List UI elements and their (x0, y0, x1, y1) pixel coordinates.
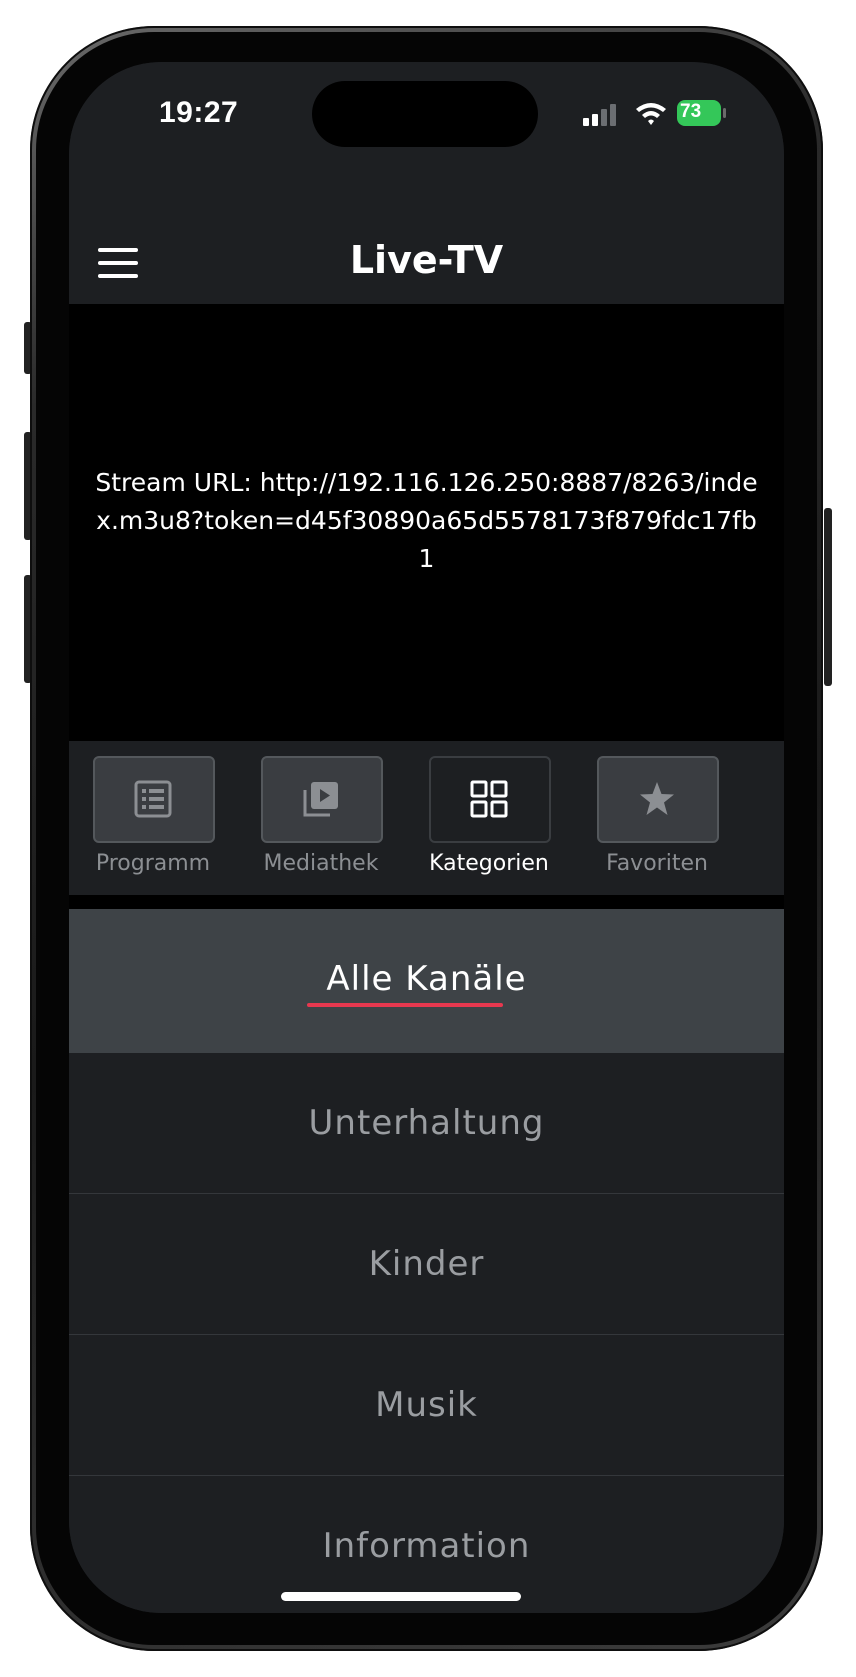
category-label: Unterhaltung (308, 1103, 545, 1143)
media-library-icon (303, 782, 338, 817)
wifi-icon (636, 103, 666, 125)
category-item-kinder[interactable]: Kinder (69, 1194, 784, 1335)
tab-programm[interactable]: Programm (69, 755, 237, 885)
tab-label: Programm (95, 851, 211, 876)
category-label: Information (322, 1526, 531, 1566)
video-player[interactable]: Stream URL: http://192.116.126.250:8887/… (69, 304, 784, 741)
category-item-unterhaltung[interactable]: Unterhaltung (69, 1053, 784, 1194)
category-label: Alle Kanäle (326, 959, 527, 999)
home-indicator[interactable] (281, 1592, 521, 1601)
phone-screen: 19:27 73 Live-TV Stream URL: http://192.… (69, 62, 784, 1613)
tab-label: Favoriten (606, 851, 708, 876)
tab-kategorien[interactable]: Kategorien (405, 755, 573, 885)
category-item-musik[interactable]: Musik (69, 1335, 784, 1476)
battery-icon: 73 (677, 100, 726, 126)
tab-bar: Programm Mediathek Kategorien Favoriten (69, 741, 784, 895)
power-button (824, 508, 832, 686)
status-bar: 19:27 73 (69, 62, 784, 190)
star-icon (640, 782, 674, 815)
stream-url-text: Stream URL: http://192.116.126.250:8887/… (95, 468, 758, 573)
signal-icon (583, 104, 616, 126)
device-stage: 19:27 73 Live-TV Stream URL: http://192.… (0, 0, 856, 1677)
category-item-alle-kanaele[interactable]: Alle Kanäle (69, 909, 784, 1054)
divider (69, 895, 784, 909)
tab-label: Kategorien (429, 851, 549, 876)
dynamic-island (312, 81, 538, 147)
tab-mediathek[interactable]: Mediathek (237, 755, 405, 885)
category-list: Alle Kanäle Unterhaltung Kinder Musik In… (69, 909, 784, 1613)
grid-icon (470, 780, 508, 818)
app-header: Live-TV (69, 190, 784, 304)
category-label: Kinder (368, 1244, 485, 1284)
status-time: 19:27 (159, 96, 239, 129)
category-label: Musik (375, 1385, 478, 1425)
selected-underline (307, 1003, 503, 1007)
page-title: Live-TV (349, 238, 504, 282)
tab-favoriten[interactable]: Favoriten (573, 755, 741, 885)
battery-level: 73 (680, 101, 702, 122)
list-icon (134, 780, 172, 818)
tab-label: Mediathek (263, 851, 379, 876)
